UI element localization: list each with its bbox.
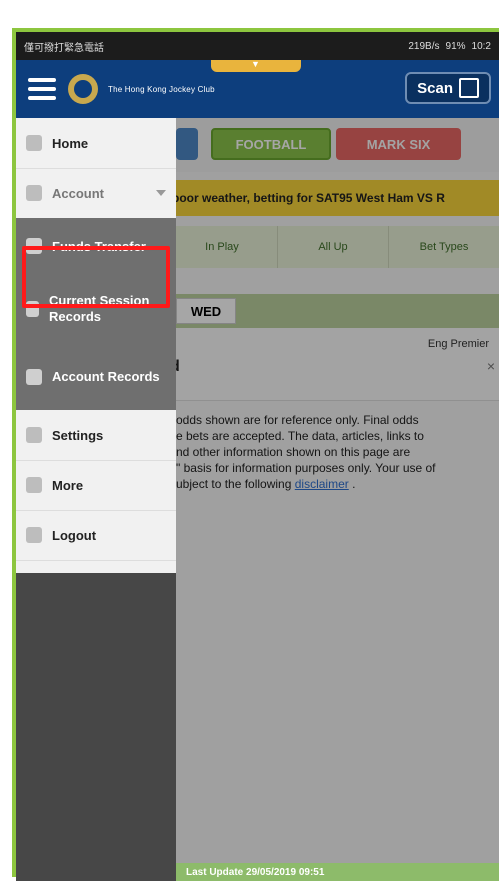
menu-item-settings[interactable]: Settings	[16, 410, 176, 460]
chevron-down-icon: ▼	[251, 59, 260, 69]
menu-icon[interactable]	[28, 78, 56, 100]
funds-transfer-highlight-box	[22, 246, 170, 308]
menu-item-more[interactable]: More	[16, 460, 176, 510]
battery-percent: 91%	[445, 40, 466, 52]
network-speed: 219B/s	[408, 40, 440, 52]
menu-item-logout[interactable]: Logout	[16, 510, 176, 560]
settings-icon	[26, 427, 42, 443]
jockey-club-logo-icon	[68, 74, 98, 104]
menu-item-account-records[interactable]: Account Records	[16, 344, 176, 410]
top-app-bar: The Hong Kong Jockey Club ▼ Scan	[16, 60, 499, 118]
chevron-down-icon	[156, 190, 166, 196]
status-left-text: 僅可撥打緊急電話	[24, 42, 104, 54]
menu-item-logout-label: Logout	[52, 527, 97, 543]
navigation-drawer: Home Account Funds Transfer Current Sess…	[16, 118, 176, 881]
scan-label: Scan	[417, 79, 453, 97]
more-icon	[26, 477, 42, 493]
screenshot-frame: 僅可撥打緊急電話 219B/s 91% 10:2 The Hong Kong J…	[0, 0, 499, 881]
logout-icon	[26, 527, 42, 543]
scan-button[interactable]: Scan	[405, 72, 491, 104]
brand-name: The Hong Kong Jockey Club	[108, 84, 215, 94]
account-icon	[26, 185, 42, 201]
menu-item-settings-label: Settings	[52, 427, 104, 443]
menu-item-home[interactable]: Home	[16, 118, 176, 168]
last-update-text: Last Update 29/05/2019 09:51	[186, 866, 325, 878]
phone-screen: 僅可撥打緊急電話 219B/s 91% 10:2 The Hong Kong J…	[12, 28, 499, 881]
menu-item-home-label: Home	[52, 135, 89, 151]
menu-item-more-label: More	[52, 477, 84, 493]
records-icon	[26, 369, 42, 385]
menu-item-account-records-label: Account Records	[52, 369, 160, 384]
menu-item-account-label: Account	[52, 185, 104, 201]
home-icon	[26, 135, 42, 151]
menu-divider	[16, 560, 176, 561]
scan-icon	[459, 78, 479, 98]
status-bar: 僅可撥打緊急電話 219B/s 91% 10:2	[16, 32, 499, 60]
menu-item-account[interactable]: Account	[16, 168, 176, 218]
drawer-scrim[interactable]	[166, 118, 499, 863]
status-time: 10:2	[471, 40, 491, 52]
